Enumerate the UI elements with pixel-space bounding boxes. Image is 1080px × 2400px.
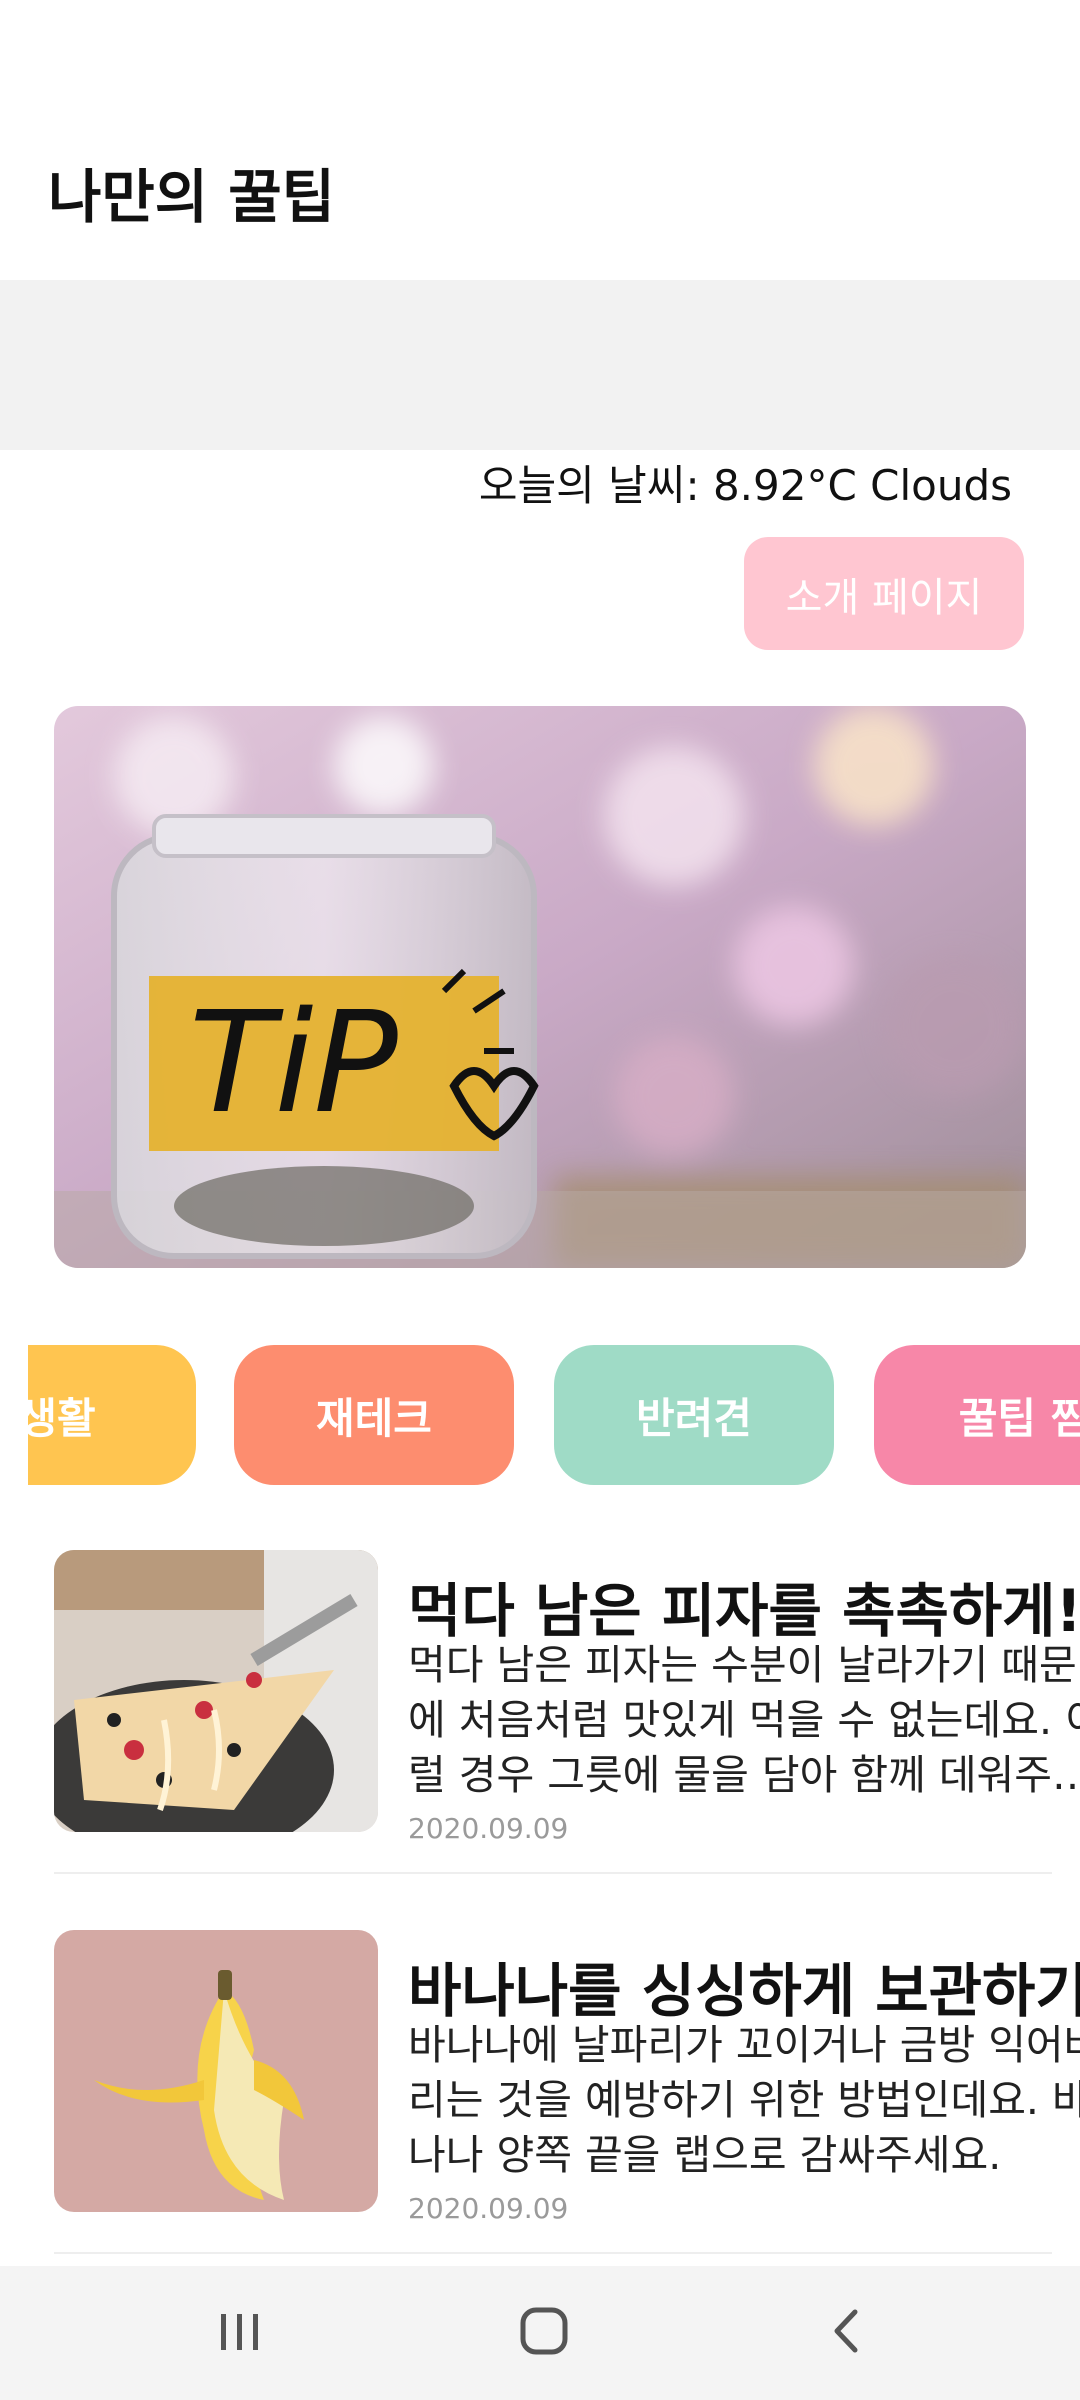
- category-chip-pet[interactable]: 반려견: [554, 1345, 834, 1485]
- home-icon: [517, 2304, 571, 2362]
- chip-label: 반려견: [636, 1393, 752, 1443]
- chip-label: 생활: [28, 1393, 96, 1443]
- article-date: 2020.09.09: [408, 1812, 569, 1845]
- article-summary: 먹다 남은 피자는 수분이 날라가기 때문에 처음처럼 맛있게 먹을 수 없는데…: [408, 1641, 1080, 1799]
- article-item-pizza[interactable]: 먹다 남은 피자를 촉촉하게! 먹다 남은 피자는 수분이 날라가기 때문에 처…: [54, 1550, 1080, 1890]
- article-title: 바나나를 싱싱하게 보관하기: [408, 1957, 1080, 2025]
- divider: [54, 1872, 1052, 1874]
- hero-image: TiP: [54, 706, 1026, 1268]
- article-thumbnail: [54, 1550, 378, 1832]
- chip-label: 꿀팁 찜: [958, 1393, 1080, 1443]
- app-header: 나만의 꿀팁: [0, 0, 1080, 280]
- category-chip-life[interactable]: 생활: [28, 1345, 196, 1485]
- system-nav-bar: [0, 2266, 1080, 2400]
- category-chip-finance[interactable]: 재테크: [234, 1345, 514, 1485]
- recents-icon: [215, 2306, 265, 2360]
- back-icon: [823, 2306, 873, 2360]
- back-button[interactable]: [748, 2266, 948, 2400]
- article-item-banana[interactable]: 바나나를 싱싱하게 보관하기 바나나에 날파리가 꼬이거나 금방 익어버리는 것…: [54, 1930, 1080, 2270]
- svg-text:TiP: TiP: [189, 982, 398, 1145]
- recents-button[interactable]: [140, 2266, 340, 2400]
- article-date: 2020.09.09: [408, 2192, 569, 2225]
- banner-placeholder: [0, 280, 1080, 450]
- weather-text: 오늘의 날씨: 8.92°C Clouds: [478, 461, 1012, 510]
- article-summary: 바나나에 날파리가 꼬이거나 금방 익어버리는 것을 예방하기 위한 방법인데요…: [408, 2021, 1080, 2179]
- page-title: 나만의 꿀팁: [48, 163, 335, 231]
- home-button[interactable]: [444, 2266, 644, 2400]
- intro-page-button[interactable]: 소개 페이지: [744, 537, 1024, 650]
- article-title: 먹다 남은 피자를 촉촉하게!: [408, 1577, 1080, 1645]
- article-thumbnail: [54, 1930, 378, 2212]
- category-chip-favorites[interactable]: 꿀팁 찜: [874, 1345, 1080, 1485]
- divider: [54, 2252, 1052, 2254]
- category-chips: 생활 재테크 반려견 꿀팁 찜: [28, 1345, 1080, 1485]
- chip-label: 재테크: [316, 1393, 432, 1443]
